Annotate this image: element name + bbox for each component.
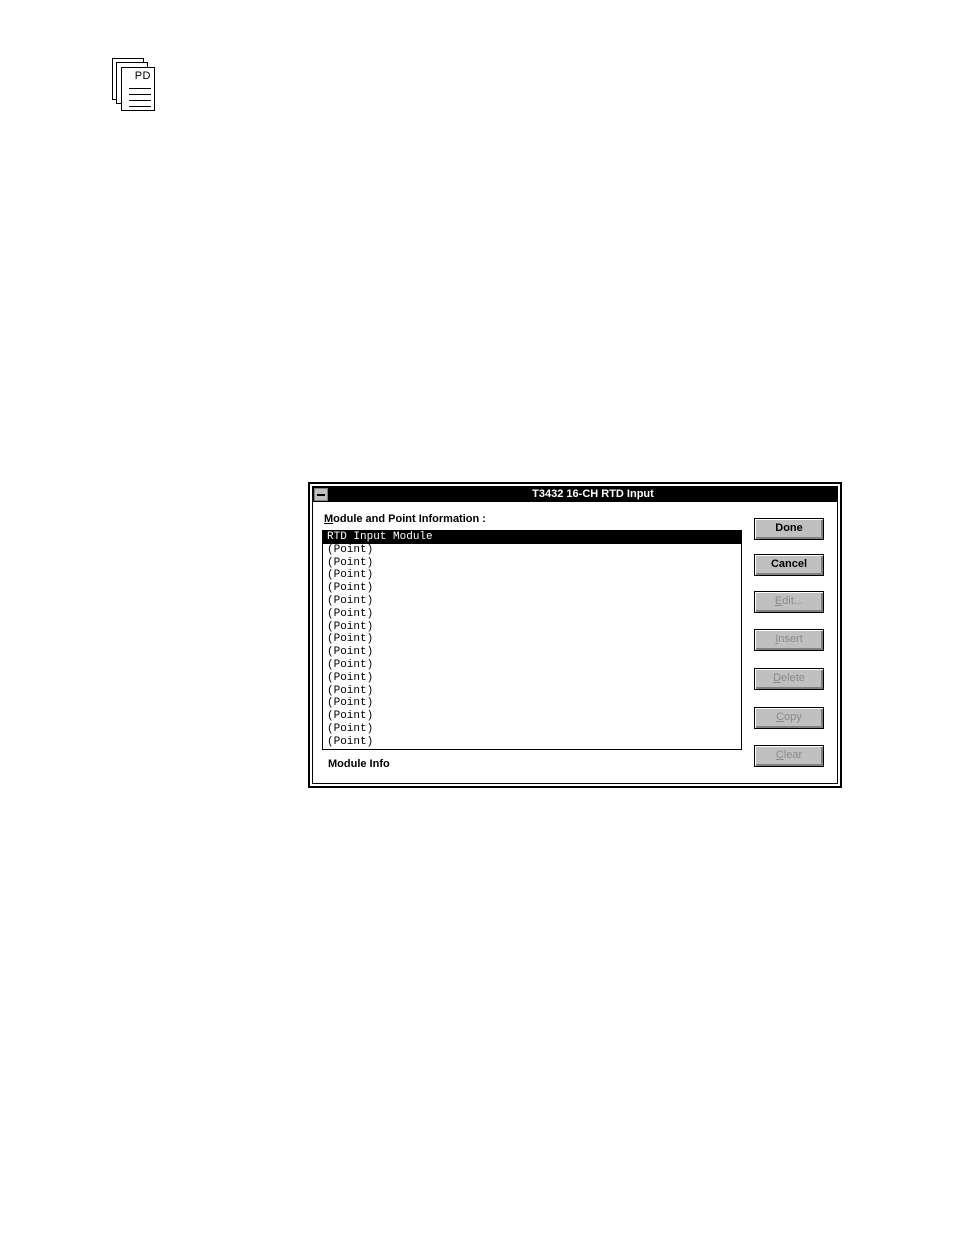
insert-button[interactable]: Insert: [754, 629, 824, 651]
list-item[interactable]: (Point): [323, 544, 741, 557]
list-label-text: odule and Point Information :: [333, 513, 486, 525]
delete-mnemonic: D: [773, 672, 782, 684]
pd-label: PD: [134, 70, 151, 82]
copy-mnemonic: C: [776, 711, 785, 723]
module-point-listbox[interactable]: RTD Input Module (Point) (Point) (Point) (Po…: [322, 530, 742, 750]
delete-button[interactable]: Delete: [754, 668, 824, 690]
dialog-titlebar[interactable]: T3432 16-CH RTD Input: [313, 487, 837, 502]
list-item[interactable]: (Point): [323, 736, 741, 749]
list-item[interactable]: (Point): [323, 608, 741, 621]
text-line-icon: [129, 94, 151, 95]
list-item[interactable]: (Point): [323, 685, 741, 698]
list-item[interactable]: (Point): [323, 672, 741, 685]
pd-document-icon: PD: [112, 58, 156, 112]
cancel-button[interactable]: Cancel: [754, 554, 824, 576]
list-item[interactable]: (Point): [323, 633, 741, 646]
copy-button[interactable]: Copy: [754, 707, 824, 729]
module-point-list-label: Module and Point Information :: [324, 513, 486, 525]
system-menu-icon[interactable]: [314, 488, 328, 501]
list-item[interactable]: (Point): [323, 697, 741, 710]
text-line-icon: [129, 88, 151, 89]
clear-mnemonic: C: [775, 749, 784, 761]
delete-label: elete: [781, 672, 805, 684]
copy-label: opy: [784, 711, 802, 723]
list-item[interactable]: (Point): [323, 621, 741, 634]
done-button[interactable]: Done: [754, 518, 824, 540]
rtd-input-dialog: T3432 16-CH RTD Input Module and Point I…: [308, 482, 842, 788]
list-item[interactable]: (Point): [323, 595, 741, 608]
list-item[interactable]: (Point): [323, 723, 741, 736]
text-line-icon: [129, 106, 151, 107]
text-line-icon: [129, 100, 151, 101]
list-item[interactable]: (Point): [323, 569, 741, 582]
list-label-mnemonic: M: [324, 513, 334, 525]
list-item[interactable]: (Point): [323, 582, 741, 595]
edit-button[interactable]: Edit...: [754, 591, 824, 613]
list-item[interactable]: (Point): [323, 710, 741, 723]
list-item[interactable]: (Point): [323, 646, 741, 659]
module-info-text: Module Info: [328, 758, 390, 770]
dialog-title: T3432 16-CH RTD Input: [532, 488, 654, 500]
clear-label: lear: [783, 749, 803, 761]
page-sheet-front: PD: [121, 67, 155, 111]
list-item[interactable]: (Point): [323, 557, 741, 570]
list-item[interactable]: (Point): [323, 659, 741, 672]
list-item[interactable]: RTD Input Module: [323, 531, 741, 544]
clear-button[interactable]: Clear: [754, 745, 824, 767]
insert-label: nsert: [778, 633, 803, 645]
edit-label: dit...: [782, 595, 804, 607]
